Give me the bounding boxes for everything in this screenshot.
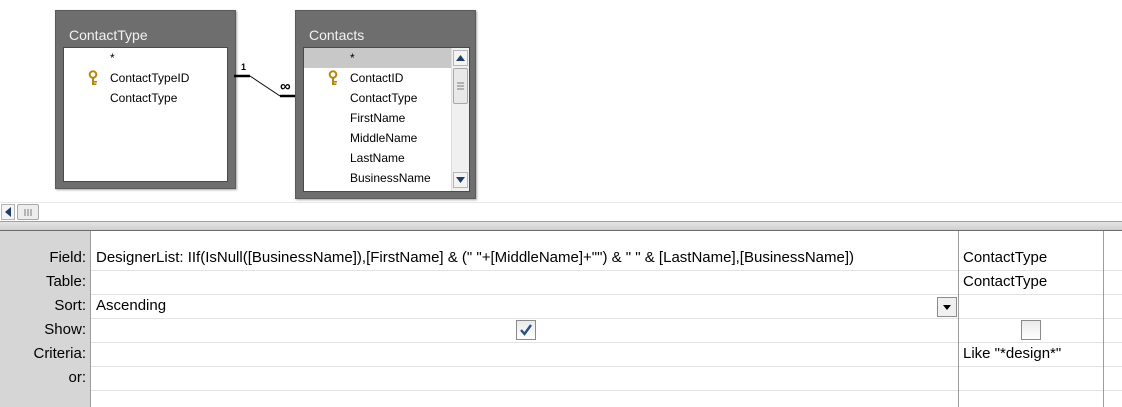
horizontal-scrollbar[interactable] [0,202,1122,221]
field-name: ContactTypeID [110,71,190,85]
table-title[interactable]: ContactType [56,11,235,47]
row-label-table: Table: [45,273,86,290]
key-icon [88,70,98,85]
row-label-criteria: Criteria: [33,345,86,362]
query-design-grid: Field: Table: Sort: Show: Criteria: or: … [0,231,1122,407]
scroll-thumb[interactable] [453,68,468,104]
field-cell[interactable]: ContactType [963,246,1047,270]
scroll-down-button[interactable] [453,172,468,188]
show-checkbox[interactable] [1021,320,1041,340]
show-checkbox[interactable] [516,320,536,340]
field-list-item[interactable]: * [64,48,227,68]
field-name: ContactID [350,71,404,85]
field-list-item[interactable]: BusinessName [304,168,451,188]
field-name: ContactType [350,91,418,105]
checkmark-icon [520,324,532,336]
column-divider[interactable] [1103,231,1104,407]
grid-line [91,390,1122,391]
field-name: ContactType [110,91,178,105]
field-list-item[interactable]: * [304,48,451,68]
row-label-or: or: [68,369,86,386]
vertical-scrollbar[interactable] [451,48,469,191]
field-name: * [110,51,115,65]
field-name: * [350,51,355,65]
row-header-column: Field: Table: Sort: Show: Criteria: or: [0,231,91,407]
scroll-left-button[interactable] [1,204,15,220]
field-list: * ContactID ContactType FirstName Middle… [303,47,470,192]
scroll-left-arrow-icon [5,207,11,217]
relationship-one-label: 1 [241,62,247,72]
query-design-pane: ContactType * ContactTypeID ContactType [0,0,1122,199]
table-contacts[interactable]: Contacts * ContactID ContactType FirstNa… [295,10,476,199]
field-list-item[interactable]: ContactType [304,88,451,108]
field-name: BusinessName [350,171,431,185]
field-list-item[interactable]: ContactID [304,68,451,88]
field-name: MiddleName [350,131,418,145]
field-name: FirstName [350,111,406,125]
grip-icon [457,82,464,90]
pane-splitter[interactable] [0,221,1122,231]
field-list-item[interactable]: ContactTypeID [64,68,227,88]
table-contacttype[interactable]: ContactType * ContactTypeID ContactType [55,10,236,189]
column-divider[interactable] [958,231,959,407]
field-list: * ContactTypeID ContactType [63,47,228,182]
field-list-item[interactable]: ContactType [64,88,227,108]
grip-icon [24,209,32,216]
field-cell[interactable]: DesignerList: IIf(IsNull([BusinessName])… [96,246,854,270]
scroll-down-arrow-icon [456,177,465,183]
row-label-field: Field: [49,249,86,266]
field-name: LastName [350,151,405,165]
scroll-up-button[interactable] [453,50,468,66]
scroll-thumb[interactable] [17,204,39,220]
relationship-many-label: ∞ [280,78,291,95]
grid-line [91,294,1122,295]
scroll-up-arrow-icon [456,55,465,61]
sort-cell[interactable]: Ascending [96,294,166,318]
row-label-show: Show: [44,321,86,338]
grid-line [91,366,1122,367]
field-list-item[interactable]: FirstName [304,108,451,128]
criteria-cell[interactable]: Like "*design*" [963,342,1061,366]
grid-line [91,318,1122,319]
dropdown-arrow-icon [943,305,951,310]
table-cell[interactable]: ContactType [963,270,1047,294]
table-title[interactable]: Contacts [296,11,475,47]
row-label-sort: Sort: [54,297,86,314]
key-icon [328,70,338,85]
sort-dropdown-button[interactable] [937,297,957,317]
field-list-item[interactable]: MiddleName [304,128,451,148]
field-list-item[interactable]: LastName [304,148,451,168]
